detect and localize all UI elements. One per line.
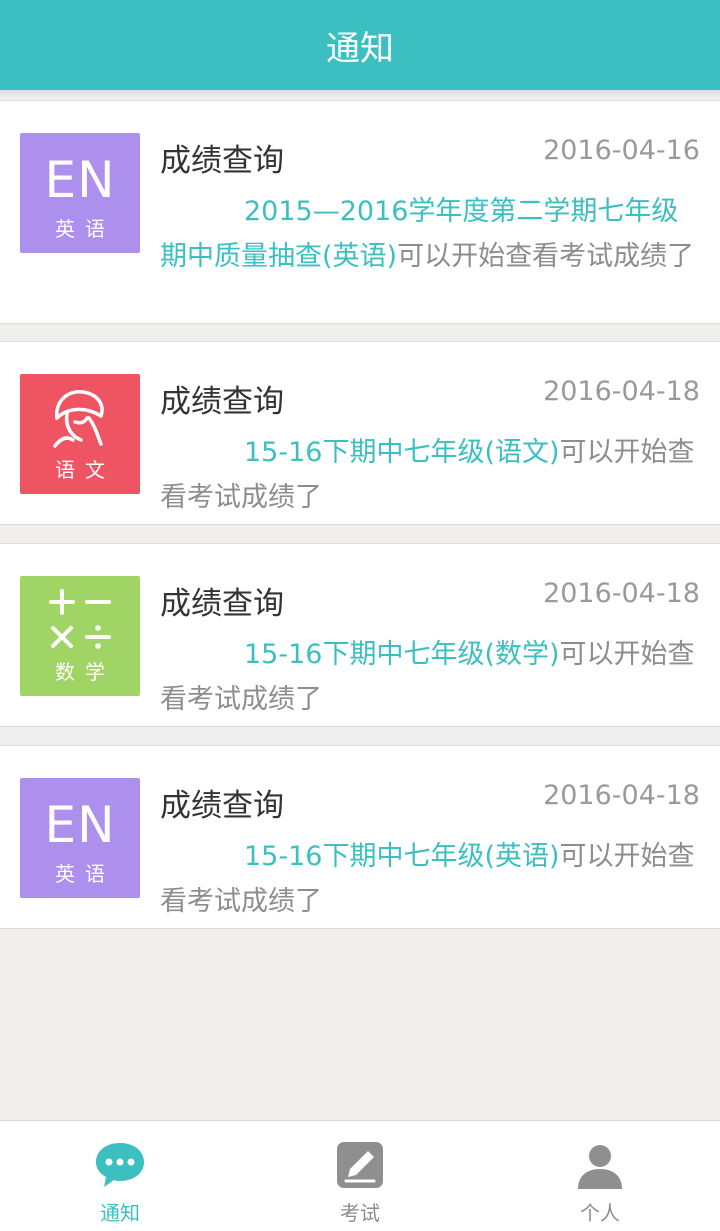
badge-en-text: EN — [44, 796, 116, 854]
badge-en-text: EN — [44, 151, 116, 209]
notification-card[interactable]: 语文 成绩查询 2016-04-18 15-16下期中七年级(语文)可以开始查看… — [0, 341, 720, 525]
notification-body: 2015—2016学年度第二学期七年级期中质量抽查(英语)可以开始查看考试成绩了 — [160, 189, 700, 279]
subject-badge-chinese: 语文 — [20, 374, 140, 494]
badge-subject-label: 数学 — [55, 660, 115, 684]
notification-card[interactable]: 数学 成绩查询 2016-04-18 15-16下期中七年级(数学)可以开始查看… — [0, 543, 720, 727]
page-title: 通知 — [326, 28, 394, 69]
notification-message: 可以开始查看考试成绩了 — [397, 241, 695, 272]
badge-subject-label: 语文 — [55, 458, 115, 482]
subject-badge-english: EN 英语 — [20, 778, 140, 898]
notification-body: 15-16下期中七年级(数学)可以开始查看考试成绩了 — [160, 632, 700, 722]
top-bar: 通知 — [0, 0, 720, 90]
badge-subject-label: 英语 — [55, 217, 115, 241]
subject-badge-math: 数学 — [20, 576, 140, 696]
tab-label: 个人 — [580, 1201, 620, 1225]
notification-body: 15-16下期中七年级(语文)可以开始查看考试成绩了 — [160, 430, 700, 520]
notification-date: 2016-04-18 — [543, 780, 700, 811]
notification-title: 成绩查询 — [160, 788, 284, 824]
subject-badge-english: EN 英语 — [20, 133, 140, 253]
notification-card[interactable]: EN 英语 成绩查询 2016-04-18 15-16下期中七年级(英语)可以开… — [0, 745, 720, 929]
scholar-head-icon — [53, 390, 104, 448]
notification-date: 2016-04-16 — [543, 135, 700, 166]
person-icon — [578, 1145, 622, 1189]
tab-notifications[interactable]: 通知 — [0, 1121, 240, 1231]
notification-title: 成绩查询 — [160, 586, 284, 622]
edit-icon — [337, 1142, 383, 1188]
tab-exams[interactable]: 考试 — [240, 1121, 480, 1231]
tab-label: 通知 — [100, 1201, 140, 1225]
notification-card[interactable]: EN 英语 成绩查询 2016-04-16 2015—2016学年度第二学期七年… — [0, 100, 720, 324]
notification-exam-name: 15-16下期中七年级(数学) — [244, 639, 560, 670]
notification-title: 成绩查询 — [160, 384, 284, 420]
notification-title: 成绩查询 — [160, 143, 284, 179]
notification-exam-name: 15-16下期中七年级(英语) — [244, 841, 560, 872]
tab-label: 考试 — [340, 1201, 380, 1225]
bottom-tab-bar: 通知 考试 个人 — [0, 1120, 720, 1231]
badge-subject-label: 英语 — [55, 862, 115, 886]
header-shadow — [0, 90, 720, 98]
notification-date: 2016-04-18 — [543, 578, 700, 609]
notification-date: 2016-04-18 — [543, 376, 700, 407]
notification-body: 15-16下期中七年级(英语)可以开始查看考试成绩了 — [160, 834, 700, 924]
notification-exam-name: 15-16下期中七年级(语文) — [244, 437, 560, 468]
tab-profile[interactable]: 个人 — [480, 1121, 720, 1231]
math-symbols-icon — [49, 589, 111, 649]
chat-bubble-icon — [96, 1143, 144, 1187]
